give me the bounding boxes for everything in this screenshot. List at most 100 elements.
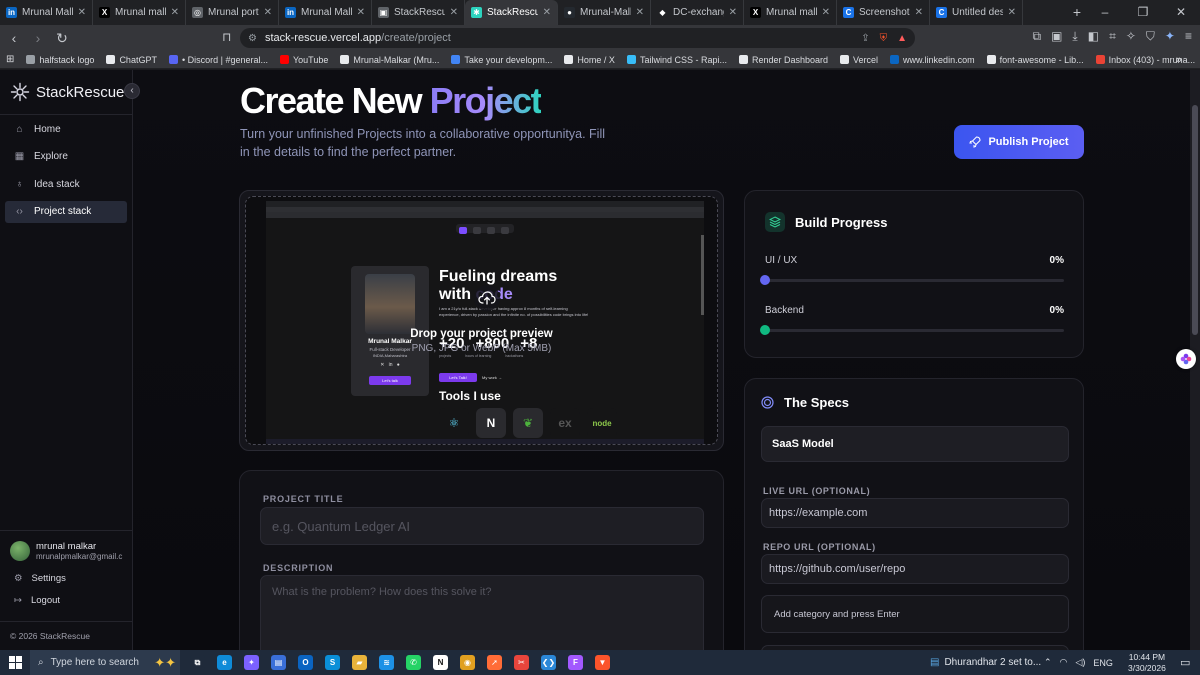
tab-close-icon[interactable]: ✕ bbox=[636, 7, 644, 18]
taskbar-app-snipping[interactable]: ✂ bbox=[508, 650, 535, 675]
logout-link[interactable]: ↦ Logout bbox=[0, 591, 133, 609]
bookmark-item[interactable]: Tailwind CSS - Rapi... bbox=[626, 55, 727, 65]
progress-slider-track[interactable] bbox=[760, 275, 1064, 285]
taskbar-app-chrome[interactable]: ◉ bbox=[454, 650, 481, 675]
tab-close-icon[interactable]: ✕ bbox=[729, 7, 737, 18]
model-select[interactable]: SaaS Model bbox=[761, 426, 1069, 462]
taskbar-app-skype[interactable]: S bbox=[319, 650, 346, 675]
brave-rewards-icon[interactable]: ▲ bbox=[897, 33, 907, 44]
menu-icon[interactable]: ≡ bbox=[1185, 29, 1192, 44]
tray-overflow-icon[interactable]: ⌃ bbox=[1044, 657, 1052, 668]
progress-slider-handle[interactable] bbox=[760, 325, 770, 335]
publish-project-button[interactable]: Publish Project bbox=[954, 125, 1084, 159]
bookmark-item[interactable]: font-awesome - Lib... bbox=[986, 55, 1084, 65]
language-indicator[interactable]: ENG bbox=[1093, 658, 1113, 668]
taskbar-app-docker[interactable]: ≋ bbox=[373, 650, 400, 675]
back-button[interactable]: ‹ bbox=[4, 30, 24, 46]
taskbar-app-brave[interactable]: ▼ bbox=[589, 650, 616, 675]
tab-close-icon[interactable]: ✕ bbox=[822, 7, 830, 18]
taskbar-app-vscode[interactable]: ❮❯ bbox=[535, 650, 562, 675]
site-settings-icon[interactable]: ⚙ bbox=[248, 33, 257, 44]
page-scrollbar-thumb[interactable] bbox=[1192, 105, 1198, 335]
browser-tab[interactable]: in Mrunal Malkar | Lin ✕ bbox=[279, 0, 372, 25]
new-tab-button[interactable]: + bbox=[1066, 4, 1088, 20]
bookmark-item[interactable]: www.linkedin.com bbox=[890, 55, 975, 65]
volume-icon[interactable]: ◁) bbox=[1075, 657, 1085, 668]
browser-tab[interactable]: ✱ StackRescue ✕ bbox=[465, 0, 558, 25]
taskbar-app-explorer[interactable]: ▰ bbox=[346, 650, 373, 675]
user-profile[interactable]: mrunal malkar mrunalpmalkar@gmail.c bbox=[0, 541, 133, 561]
live-url-input[interactable] bbox=[761, 498, 1069, 528]
bookmark-icon[interactable]: ⊓ bbox=[222, 30, 231, 44]
repo-url-input[interactable] bbox=[761, 554, 1069, 584]
browser-tab[interactable]: X Mrunal malkar (@M ✕ bbox=[744, 0, 837, 25]
category-tags-input[interactable]: Add category and press Enter bbox=[761, 595, 1069, 633]
taskbar-app-postman[interactable]: ➚ bbox=[481, 650, 508, 675]
download-icon[interactable]: ⤓ bbox=[1072, 29, 1077, 44]
browser-tab[interactable]: ▣ StackRescue Launch ✕ bbox=[372, 0, 465, 25]
floating-extension-badge[interactable] bbox=[1176, 349, 1196, 369]
bookmark-item[interactable]: ChatGPT bbox=[106, 55, 157, 65]
bookmark-item[interactable]: Render Dashboard bbox=[738, 55, 828, 65]
progress-slider-handle[interactable] bbox=[760, 275, 770, 285]
taskbar-app-copilot[interactable]: ✦ bbox=[238, 650, 265, 675]
taskbar-app-notion[interactable]: N bbox=[427, 650, 454, 675]
bookmark-item[interactable]: Take your developm... bbox=[451, 55, 552, 65]
sidebar-item-idea-stack[interactable]: ♁ Idea stack bbox=[5, 173, 127, 195]
taskbar-news-widget[interactable]: ▤ Dhurandhar 2 set to... bbox=[930, 650, 1041, 675]
sidebar-item-explore[interactable]: ▦ Explore bbox=[5, 146, 127, 168]
ai-icon[interactable]: ✧ bbox=[1126, 29, 1136, 44]
bookmark-item[interactable]: Home / X bbox=[564, 55, 615, 65]
bookmark-item[interactable]: • Discord | #general... bbox=[168, 55, 268, 65]
sidebar-item-project-stack[interactable]: ‹› Project stack bbox=[5, 200, 127, 223]
tab-close-icon[interactable]: ✕ bbox=[357, 7, 365, 18]
taskbar-app-task-view[interactable]: ⧉ bbox=[184, 650, 211, 675]
brand[interactable]: StackRescue bbox=[10, 82, 124, 102]
brave-shield-icon[interactable]: ⛨ bbox=[880, 33, 888, 44]
browser-tab[interactable]: X Mrunal malkar (@M ✕ bbox=[93, 0, 186, 25]
sidebar-collapse-button[interactable]: ‹ bbox=[124, 83, 140, 99]
browser-tab[interactable]: ◎ Mrunal portfolio – ✕ bbox=[186, 0, 279, 25]
sidebar-toggle-icon[interactable]: ◧ bbox=[1088, 29, 1099, 44]
settings-link[interactable]: ⚙ Settings bbox=[0, 569, 133, 587]
tab-close-icon[interactable]: ✕ bbox=[915, 7, 923, 18]
tab-close-icon[interactable]: ✕ bbox=[264, 7, 272, 18]
wallet-icon[interactable]: ▣ bbox=[1051, 29, 1062, 44]
browser-tab[interactable]: in Mrunal Malkar | Lin ✕ bbox=[0, 0, 93, 25]
bookmark-item[interactable]: YouTube bbox=[279, 55, 328, 65]
taskbar-app-edge[interactable]: e bbox=[211, 650, 238, 675]
extensions-icon[interactable]: ⧉ bbox=[1033, 29, 1042, 44]
progress-slider-track[interactable] bbox=[760, 325, 1064, 335]
wifi-icon[interactable]: ◠ bbox=[1060, 657, 1068, 668]
close-window-button[interactable]: ✕ bbox=[1162, 0, 1200, 25]
browser-tab[interactable]: ● Mrunal-Malkar/DC ✕ bbox=[558, 0, 651, 25]
browser-tab[interactable]: ◆ DC-exchange ✕ bbox=[651, 0, 744, 25]
start-button[interactable] bbox=[0, 656, 30, 669]
tab-close-icon[interactable]: ✕ bbox=[171, 7, 179, 18]
tab-close-icon[interactable]: ✕ bbox=[78, 7, 86, 18]
taskbar-search[interactable]: ⌕ Type here to search ✦✦ bbox=[30, 650, 180, 675]
description-textarea[interactable] bbox=[260, 575, 704, 650]
bookmarks-overflow-icon[interactable]: » bbox=[1176, 54, 1182, 66]
bookmark-item[interactable]: Mrunal-Malkar (Mru... bbox=[340, 55, 439, 65]
project-title-input[interactable] bbox=[260, 507, 704, 545]
reload-button[interactable]: ↻ bbox=[52, 30, 72, 47]
apps-icon[interactable]: ⊞ bbox=[6, 54, 14, 65]
taskbar-app-figma[interactable]: F bbox=[562, 650, 589, 675]
vpn-icon[interactable]: ⛉ bbox=[1146, 29, 1155, 44]
bookmark-item[interactable]: halfstack logo bbox=[26, 55, 94, 65]
taskbar-clock[interactable]: 10:44 PM 3/30/2026 bbox=[1128, 652, 1166, 674]
tab-close-icon[interactable]: ✕ bbox=[450, 7, 458, 18]
screenshot-icon[interactable]: ⌗ bbox=[1109, 29, 1116, 44]
extension-puzzle-icon[interactable]: ✦ bbox=[1165, 29, 1175, 44]
tab-close-icon[interactable]: ✕ bbox=[1008, 7, 1016, 18]
browser-tab[interactable]: C Untitled design - 16 ✕ bbox=[930, 0, 1023, 25]
bookmark-item[interactable]: Vercel bbox=[840, 55, 878, 65]
browser-tab[interactable]: C Screenshot (181) – ✕ bbox=[837, 0, 930, 25]
project-preview-dropzone[interactable]: Mrunal Malkar Full-stack Developer INDIA… bbox=[239, 190, 724, 451]
share-icon[interactable]: ⇪ bbox=[861, 33, 869, 44]
sidebar-item-home[interactable]: ⌂ Home bbox=[5, 118, 127, 140]
notification-icon[interactable]: ▭ bbox=[1180, 656, 1190, 669]
minimize-button[interactable]: – bbox=[1086, 0, 1124, 25]
taskbar-app-outlook[interactable]: O bbox=[292, 650, 319, 675]
